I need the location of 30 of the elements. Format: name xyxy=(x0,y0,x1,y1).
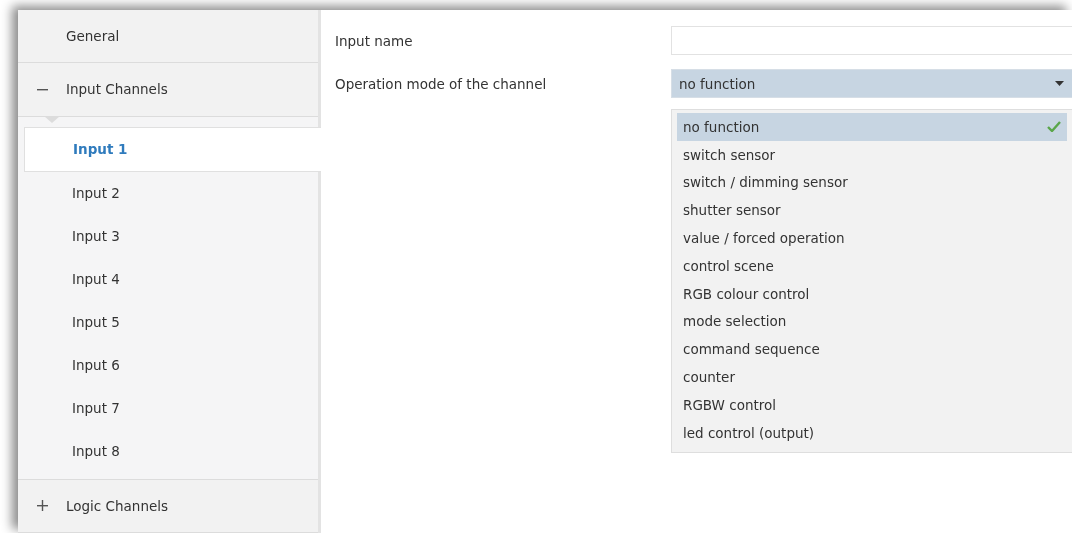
dropdown[interactable]: no function xyxy=(671,69,1072,98)
sidebar-item[interactable]: General xyxy=(18,10,318,64)
sidebar-item[interactable]: Input 6 xyxy=(24,343,318,387)
dropdown-option[interactable]: command sequence xyxy=(677,335,1067,364)
sidebar-item[interactable]: Logic Channels xyxy=(18,479,318,533)
dropdown-option[interactable]: led control (output) xyxy=(677,418,1067,447)
sidebar-item[interactable]: Input 8 xyxy=(24,429,318,473)
dropdown-option[interactable]: control scene xyxy=(677,252,1067,280)
dropdown-option[interactable]: switch sensor xyxy=(677,140,1067,169)
sidebar-item[interactable]: Input 2 xyxy=(24,171,318,215)
plus-icon[interactable] xyxy=(36,500,48,512)
dropdown-option[interactable]: counter xyxy=(677,363,1067,391)
sidebar-item[interactable]: Input 5 xyxy=(24,300,318,344)
caret-icon[interactable] xyxy=(1055,81,1064,86)
dropdown-option[interactable]: RGB colour control xyxy=(677,279,1067,308)
dropdown-option[interactable]: mode selection xyxy=(677,307,1067,336)
field-label: Operation mode of the channel xyxy=(335,75,548,92)
field-label: Input name xyxy=(335,32,414,49)
dropdown-option[interactable]: switch / dimming sensor xyxy=(677,168,1067,197)
sidebar-item[interactable]: Input 4 xyxy=(24,257,318,301)
input-field[interactable] xyxy=(671,26,1072,55)
sidebar-item[interactable]: Input 3 xyxy=(24,214,318,258)
dropdown-option[interactable]: RGBW control xyxy=(677,390,1067,419)
dropdown-option[interactable]: shutter sensor xyxy=(677,196,1067,225)
checkmark-icon xyxy=(1047,121,1061,133)
sidebar-item[interactable]: Input 7 xyxy=(24,386,318,430)
sidebar-item[interactable]: Input Channels xyxy=(18,63,318,117)
dropdown-option[interactable]: value / forced operation xyxy=(677,224,1067,252)
dropdown-option[interactable]: no function xyxy=(677,113,1067,141)
sidebar-item[interactable]: Input 1 xyxy=(24,126,321,172)
